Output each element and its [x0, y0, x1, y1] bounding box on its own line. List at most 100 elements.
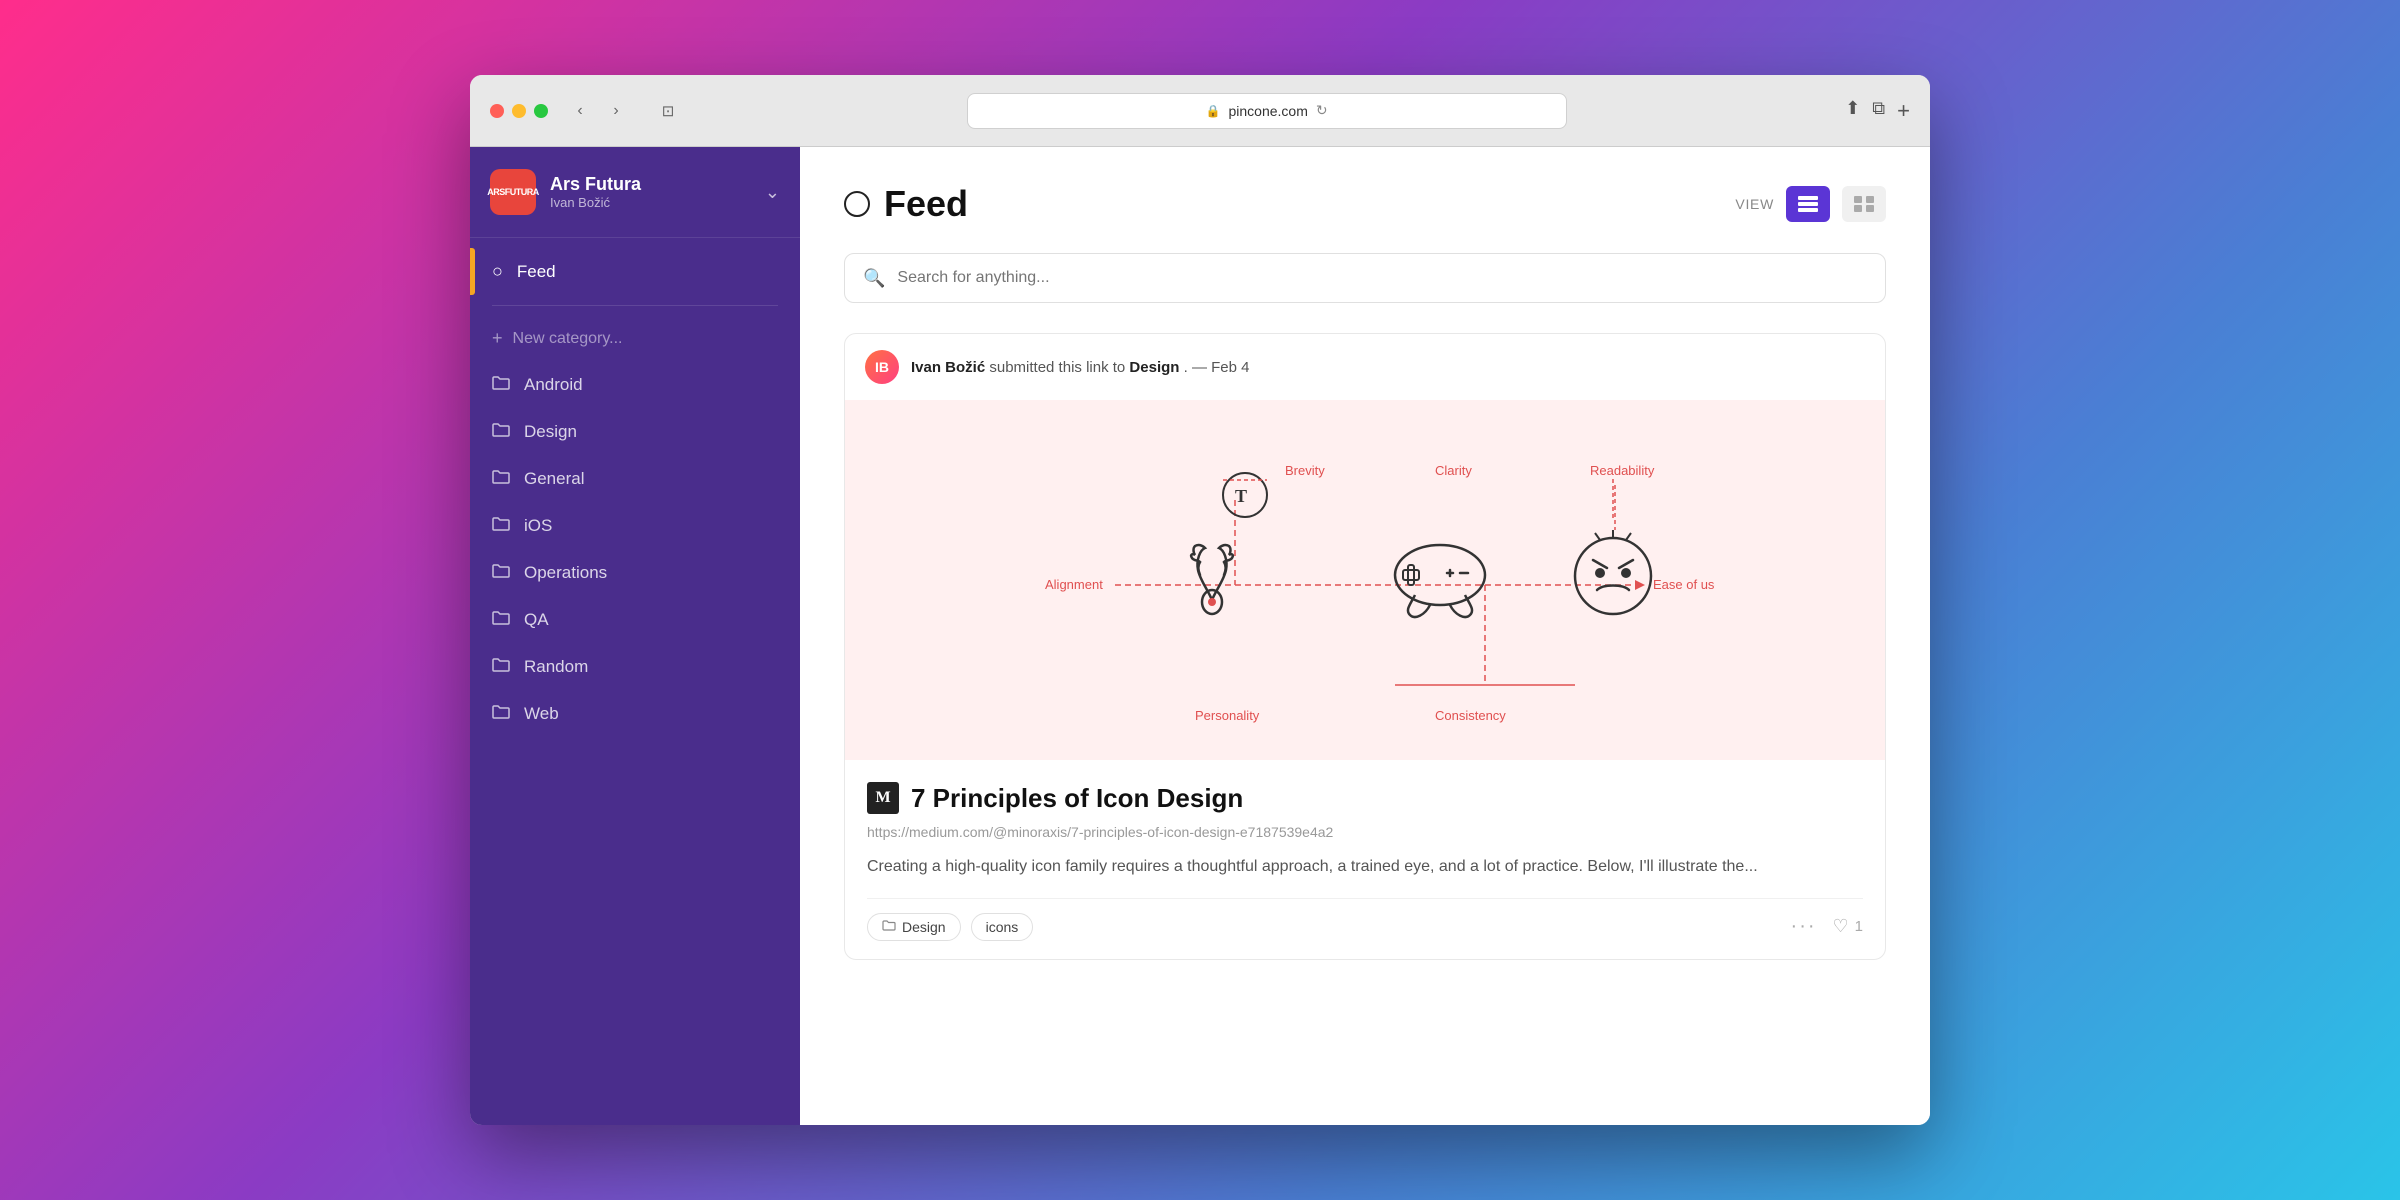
active-indicator — [470, 248, 475, 295]
folder-icon — [882, 919, 896, 934]
article-footer: Design icons ··· ♡ 1 — [867, 898, 1863, 941]
plus-icon: + — [492, 328, 503, 349]
sidebar-nav: ○ Feed + New category... Android — [470, 238, 800, 747]
folder-icon — [492, 703, 510, 724]
svg-text:Consistency: Consistency — [1435, 708, 1506, 723]
feed-date: Feb 4 — [1211, 359, 1249, 376]
browser-window: ‹ › ⊡ 🔒 pincone.com ↻ ⬆ ⧉ + arsfutura — [470, 75, 1930, 1125]
feed-circle-icon — [844, 191, 870, 217]
sidebar-item-feed[interactable]: ○ Feed — [470, 248, 800, 295]
feed-item: IB Ivan Božić submitted this link to Des… — [844, 333, 1886, 960]
logo-text: arsfutura — [487, 187, 539, 197]
sidebar: arsfutura Ars Futura Ivan Božić ⌄ ○ Feed — [470, 147, 800, 1125]
sidebar-brand: arsfutura Ars Futura Ivan Božić — [490, 169, 641, 215]
article-tags: Design icons — [867, 913, 1033, 941]
article-image: Brevity T Clarity Readability Al — [845, 400, 1885, 760]
svg-text:T: T — [1235, 486, 1247, 506]
folder-icon — [492, 374, 510, 395]
article-body: M 7 Principles of Icon Design https://me… — [845, 760, 1885, 959]
url-text: pincone.com — [1229, 103, 1308, 119]
traffic-lights — [490, 104, 548, 118]
tab-button[interactable]: ⊡ — [648, 97, 688, 125]
forward-button[interactable]: › — [600, 97, 632, 125]
brand-info: Ars Futura Ivan Božić — [550, 174, 641, 210]
sidebar-item-qa[interactable]: QA — [470, 596, 800, 643]
duplicate-icon[interactable]: ⧉ — [1872, 98, 1885, 124]
svg-text:Ease of use: Ease of use — [1653, 577, 1715, 592]
feed-category[interactable]: Design — [1129, 359, 1179, 376]
share-icon[interactable]: ⬆ — [1845, 98, 1860, 124]
sidebar-item-operations[interactable]: Operations — [470, 549, 800, 596]
article-url: https://medium.com/@minoraxis/7-principl… — [867, 824, 1863, 840]
svg-text:Alignment: Alignment — [1045, 577, 1103, 592]
article-title-row: M 7 Principles of Icon Design — [867, 782, 1863, 814]
grid-view-button[interactable] — [1842, 186, 1886, 222]
brand-name: Ars Futura — [550, 174, 641, 195]
sidebar-item-ios[interactable]: iOS — [470, 502, 800, 549]
circle-icon: ○ — [492, 261, 503, 282]
feed-separator: . — — [1184, 359, 1212, 376]
sidebar-item-general[interactable]: General — [470, 455, 800, 502]
add-tab-icon[interactable]: + — [1897, 98, 1910, 124]
view-controls: VIEW — [1735, 186, 1886, 222]
tag-design-label: Design — [902, 919, 946, 935]
feed-user: Ivan Božić — [911, 359, 985, 376]
feed-item-header: IB Ivan Božić submitted this link to Des… — [845, 334, 1885, 400]
sidebar-item-android[interactable]: Android — [470, 361, 800, 408]
browser-actions: ⬆ ⧉ + — [1845, 98, 1910, 124]
sidebar-item-random[interactable]: Random — [470, 643, 800, 690]
sidebar-header: arsfutura Ars Futura Ivan Božić ⌄ — [470, 147, 800, 238]
sidebar-item-label: Random — [524, 657, 588, 677]
svg-text:Readability: Readability — [1590, 463, 1655, 478]
feed-meta: Ivan Božić submitted this link to Design… — [911, 359, 1249, 376]
like-button[interactable]: ♡ 1 — [1833, 916, 1863, 937]
like-count: 1 — [1855, 918, 1863, 935]
app-content: arsfutura Ars Futura Ivan Božić ⌄ ○ Feed — [470, 147, 1930, 1125]
new-category-button[interactable]: + New category... — [470, 316, 800, 361]
folder-icon — [492, 421, 510, 442]
close-button[interactable] — [490, 104, 504, 118]
svg-text:Clarity: Clarity — [1435, 463, 1472, 478]
brand-logo: arsfutura — [490, 169, 536, 215]
sidebar-item-label: Android — [524, 375, 583, 395]
new-category-label: New category... — [513, 330, 623, 348]
article-title-text: 7 Principles of Icon Design — [911, 783, 1243, 814]
icon-diagram-svg: Brevity T Clarity Readability Al — [1015, 430, 1715, 730]
search-bar[interactable]: 🔍 — [844, 253, 1886, 303]
sidebar-item-label: Web — [524, 704, 559, 724]
maximize-button[interactable] — [534, 104, 548, 118]
browser-chrome: ‹ › ⊡ 🔒 pincone.com ↻ ⬆ ⧉ + — [470, 75, 1930, 147]
back-button[interactable]: ‹ — [564, 97, 596, 125]
svg-text:Personality: Personality — [1195, 708, 1260, 723]
tag-icons-label: icons — [986, 919, 1019, 935]
sidebar-item-design[interactable]: Design — [470, 408, 800, 455]
tag-design[interactable]: Design — [867, 913, 961, 941]
folder-icon — [492, 609, 510, 630]
folder-icon — [492, 515, 510, 536]
search-icon: 🔍 — [863, 268, 885, 289]
article-description: Creating a high-quality icon family requ… — [867, 854, 1863, 880]
page-title: Feed — [884, 183, 968, 225]
folder-icon — [492, 656, 510, 677]
sidebar-item-label: Feed — [517, 262, 556, 282]
article-actions: ··· ♡ 1 — [1791, 915, 1863, 938]
medium-icon: M — [867, 782, 899, 814]
address-bar[interactable]: 🔒 pincone.com ↻ — [967, 93, 1567, 129]
feed-action: submitted this link to — [989, 359, 1129, 376]
page-title-area: Feed — [844, 183, 968, 225]
tag-icons[interactable]: icons — [971, 913, 1034, 941]
page-header: Feed VIEW — [844, 183, 1886, 225]
main-content: Feed VIEW — [800, 147, 1930, 1125]
brand-user: Ivan Božić — [550, 195, 641, 210]
minimize-button[interactable] — [512, 104, 526, 118]
folder-icon — [492, 562, 510, 583]
sidebar-item-label: iOS — [524, 516, 552, 536]
list-view-button[interactable] — [1786, 186, 1830, 222]
sidebar-item-web[interactable]: Web — [470, 690, 800, 737]
chevron-down-icon[interactable]: ⌄ — [765, 182, 780, 203]
lock-icon: 🔒 — [1206, 104, 1221, 118]
more-options-button[interactable]: ··· — [1791, 915, 1817, 938]
refresh-icon[interactable]: ↻ — [1316, 102, 1328, 119]
search-input[interactable] — [897, 269, 1867, 287]
sidebar-item-label: Design — [524, 422, 577, 442]
